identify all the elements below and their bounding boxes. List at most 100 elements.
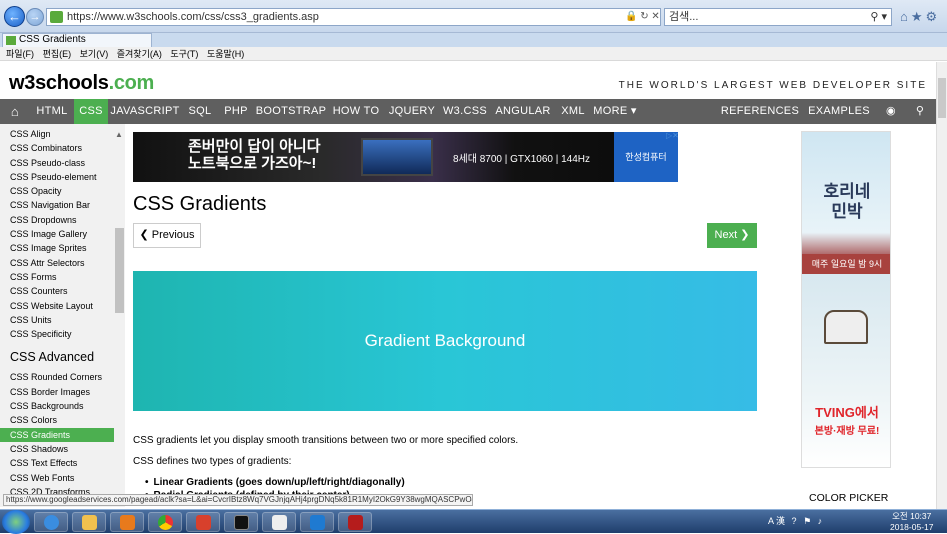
sidebar-item-web-fonts[interactable]: CSS Web Fonts <box>0 471 125 485</box>
page-scroll-thumb[interactable] <box>938 78 946 118</box>
next-button[interactable]: Next ❯ <box>707 223 757 248</box>
intro-paragraph: CSS gradients let you display smooth tra… <box>133 435 519 446</box>
address-bar[interactable]: https://www.w3schools.com/css/css3_gradi… <box>46 8 661 26</box>
menu-view[interactable]: 보기(V) <box>80 49 109 59</box>
site-logo[interactable]: w3schools.com <box>9 72 154 95</box>
nav-html[interactable]: HTML <box>30 99 74 124</box>
menu-help[interactable]: 도움말(H) <box>207 49 244 59</box>
ime-icon[interactable]: A漢 <box>768 516 787 526</box>
nav-css[interactable]: CSS <box>74 99 108 124</box>
taskbar-terminal[interactable] <box>224 512 258 532</box>
page-scrollbar[interactable] <box>936 62 947 509</box>
sidebar-item-attr-selectors[interactable]: CSS Attr Selectors <box>0 256 125 270</box>
back-button[interactable]: ← <box>4 6 25 27</box>
logo-suffix: .com <box>108 72 155 94</box>
taskbar-vscode[interactable] <box>300 512 334 532</box>
nav-w3css[interactable]: W3.CSS <box>440 99 490 124</box>
sidebar-item-forms[interactable]: CSS Forms <box>0 270 125 284</box>
tab-css-gradients[interactable]: CSS Gradients <box>2 33 152 47</box>
ad-close-icon[interactable]: ▷✕ <box>666 132 679 140</box>
previous-button[interactable]: ❮ Previous <box>133 223 201 248</box>
search-icon[interactable]: ⚲ <box>906 99 934 124</box>
forward-button[interactable]: → <box>26 8 44 26</box>
menu-file[interactable]: 파일(F) <box>6 49 34 59</box>
clock-date: 2018-05-17 <box>890 522 934 532</box>
folder-icon <box>82 515 97 530</box>
sidebar-scroll-thumb[interactable] <box>115 228 124 313</box>
sidebar-item-combinators[interactable]: CSS Combinators <box>0 141 125 155</box>
sidebar-item-dropdowns[interactable]: CSS Dropdowns <box>0 213 125 227</box>
nav-sql[interactable]: SQL <box>182 99 218 124</box>
laptop-image <box>361 138 433 176</box>
taskbar-filezilla[interactable] <box>338 512 372 532</box>
sidebar-item-navigation-bar[interactable]: CSS Navigation Bar <box>0 198 125 212</box>
sidebar-item-rounded-corners[interactable]: CSS Rounded Corners <box>0 370 125 384</box>
taskbar-java[interactable] <box>262 512 296 532</box>
sidebar-item-align[interactable]: CSS Align <box>0 127 125 141</box>
sidebar-item-shadows[interactable]: CSS Shadows <box>0 442 125 456</box>
help-icon[interactable]: ? <box>792 516 799 526</box>
nav-howto[interactable]: HOW TO <box>328 99 384 124</box>
sidebar-scrollbar[interactable]: ▲ <box>114 128 125 507</box>
tab-title: CSS Gradients <box>19 34 86 45</box>
start-button[interactable] <box>2 510 30 534</box>
nav-jquery[interactable]: JQUERY <box>384 99 440 124</box>
sidebar: CSS Align CSS Combinators CSS Pseudo-cla… <box>0 124 125 507</box>
nav-php[interactable]: PHP <box>218 99 254 124</box>
ad-headline-line2: 노트북으로 가즈아~! <box>188 155 317 172</box>
favorites-icon[interactable]: ★ <box>911 9 926 24</box>
gear-icon[interactable]: ⚙ <box>926 9 941 24</box>
sidebar-item-pseudo-element[interactable]: CSS Pseudo-element <box>0 170 125 184</box>
taskbar-explorer[interactable] <box>72 512 106 532</box>
refresh-icon[interactable]: ↻ <box>640 11 648 22</box>
chevron-up-icon[interactable]: ▲ <box>115 130 123 139</box>
search-input[interactable]: 검색... ⚲ ▾ <box>664 8 892 26</box>
nav-examples[interactable]: EXAMPLES ▾ <box>804 99 874 142</box>
search-icon[interactable]: ⚲ ▾ <box>870 9 887 25</box>
nav-xml[interactable]: XML <box>556 99 590 124</box>
sidebar-item-specificity[interactable]: CSS Specificity <box>0 327 125 341</box>
sidebar-item-backgrounds[interactable]: CSS Backgrounds <box>0 399 125 413</box>
clock-time: 오전 10:37 <box>892 511 932 521</box>
menu-edit[interactable]: 편집(E) <box>43 49 72 59</box>
clock[interactable]: 오전 10:37 2018-05-17 <box>890 511 933 533</box>
nav-angular[interactable]: ANGULAR <box>490 99 556 124</box>
nav-bootstrap[interactable]: BOOTSTRAP <box>254 99 328 124</box>
nav-references[interactable]: REFERENCES ▾ <box>720 99 800 142</box>
menu-tools[interactable]: 도구(T) <box>170 49 198 59</box>
taskbar-chrome[interactable] <box>148 512 182 532</box>
system-tray[interactable]: A漢 ? ⚑ ♪ <box>768 514 824 527</box>
home-icon[interactable]: ⌂ <box>0 99 30 124</box>
ad-banner[interactable]: 존버만이 답이 아니다 노트북으로 가즈아~! 8세대 8700 | GTX10… <box>133 132 678 182</box>
globe-icon[interactable]: ◉ <box>878 99 904 124</box>
taskbar-app-red[interactable] <box>186 512 220 532</box>
sidebar-item-gradients[interactable]: CSS Gradients <box>0 427 125 442</box>
menu-favorites[interactable]: 즐겨찾기(A) <box>117 49 162 59</box>
vscode-icon <box>310 515 325 530</box>
volume-icon[interactable]: ♪ <box>818 516 825 526</box>
address-actions[interactable]: 🔒 ↻ ✕ <box>625 8 660 26</box>
nav-more[interactable]: MORE ▾ <box>590 99 640 124</box>
site-favicon-icon <box>50 11 63 23</box>
sidebar-heading-advanced: CSS Advanced <box>10 350 95 365</box>
sidebar-item-units[interactable]: CSS Units <box>0 313 125 327</box>
sidebar-item-pseudo-class[interactable]: CSS Pseudo-class <box>0 156 125 170</box>
sidebar-item-image-gallery[interactable]: CSS Image Gallery <box>0 227 125 241</box>
types-paragraph: CSS defines two types of gradients: <box>133 456 292 467</box>
sidebar-item-opacity[interactable]: CSS Opacity <box>0 184 125 198</box>
taskbar-ie[interactable] <box>34 512 68 532</box>
close-icon[interactable]: ✕ <box>651 11 659 22</box>
menu-bar: 파일(F) 편집(E) 보기(V) 즐겨찾기(A) 도구(T) 도움말(H) <box>0 47 947 61</box>
sidebar-item-counters[interactable]: CSS Counters <box>0 284 125 298</box>
home-icon[interactable]: ⌂ <box>900 9 911 24</box>
taskbar-media[interactable] <box>110 512 144 532</box>
sidebar-item-image-sprites[interactable]: CSS Image Sprites <box>0 241 125 255</box>
right-ad[interactable]: 호리네 민박 매주 일요일 밤 9시 TVING에서 본방·재방 무료! <box>801 131 891 468</box>
sidebar-item-colors[interactable]: CSS Colors <box>0 413 125 427</box>
sidebar-item-border-images[interactable]: CSS Border Images <box>0 385 125 399</box>
sidebar-item-website-layout[interactable]: CSS Website Layout <box>0 299 125 313</box>
sidebar-item-text-effects[interactable]: CSS Text Effects <box>0 456 125 470</box>
flag-icon[interactable]: ⚑ <box>803 516 813 526</box>
gradient-example-text: Gradient Background <box>364 331 526 350</box>
nav-javascript[interactable]: JAVASCRIPT <box>108 99 182 124</box>
